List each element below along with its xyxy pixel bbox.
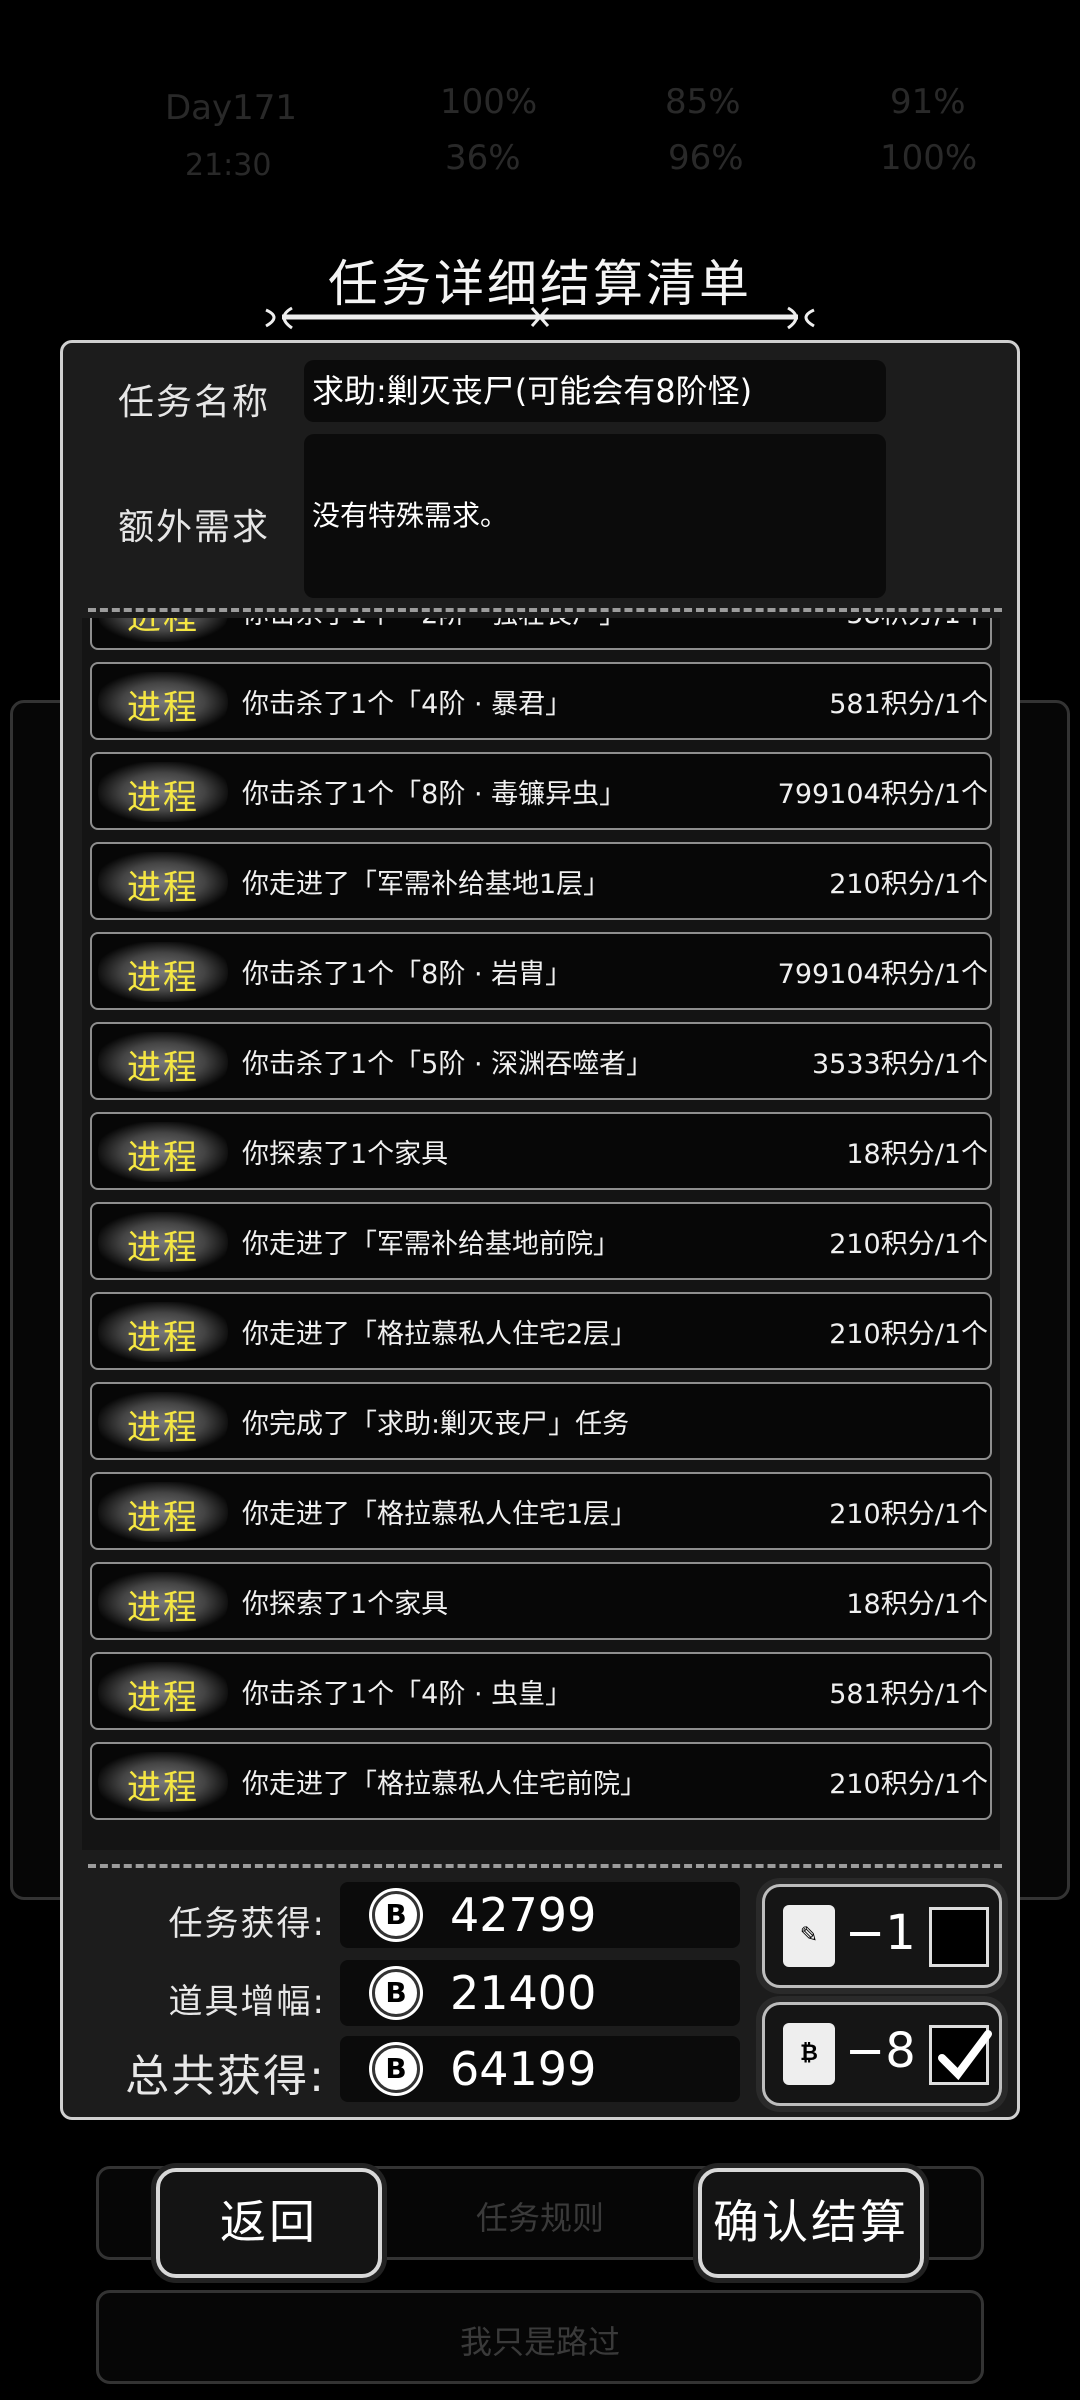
stat-5: 91%	[890, 82, 966, 122]
progress-row: 进程 你走进了「格拉慕私人住宅2层」 210积分/1个	[90, 1292, 992, 1370]
progress-tag: 进程	[98, 1392, 228, 1452]
progress-tag: 进程	[98, 1212, 228, 1272]
progress-tag: 进程	[98, 1662, 228, 1722]
progress-points: 210积分/1个	[829, 1229, 988, 1260]
progress-description: 你走进了「格拉慕私人住宅前院」	[242, 1769, 647, 1800]
progress-row: 进程 你探索了1个家具 18积分/1个	[90, 1112, 992, 1190]
extra-requirement-label: 额外需求	[118, 507, 271, 548]
divider-top	[88, 608, 1002, 612]
progress-tag: 进程	[98, 762, 228, 822]
progress-row: 进程 你完成了「求助:剿灭丧尸」任务	[90, 1382, 992, 1460]
progress-tag: 进程	[98, 1032, 228, 1092]
progress-row: 进程 你走进了「格拉慕私人住宅1层」 210积分/1个	[90, 1472, 992, 1550]
background-status-bar: Day171 21:30 100% 36% 85% 96% 91% 100%	[0, 70, 1080, 200]
stat-6: 100%	[880, 138, 978, 178]
progress-description: 你击杀了1个「4阶 · 暴君」	[242, 689, 573, 720]
scroll-option-count: −1	[845, 1905, 916, 1961]
progress-row: 进程 你走进了「军需补给基地前院」 210积分/1个	[90, 1202, 992, 1280]
progress-tag: 进程	[98, 1482, 228, 1542]
progress-description: 你走进了「军需补给基地前院」	[242, 1229, 620, 1260]
coin-card-icon: ₿	[783, 2023, 835, 2085]
progress-tag: 进程	[98, 618, 228, 642]
progress-row: 进程 你击杀了1个「4阶 · 虫皇」 581积分/1个	[90, 1652, 992, 1730]
progress-row: 进程 你探索了1个家具 18积分/1个	[90, 1562, 992, 1640]
progress-row: 进程 你击杀了1个「4阶 · 暴君」 581积分/1个	[90, 662, 992, 740]
title-ornament-icon	[265, 306, 815, 330]
checkmark-icon	[938, 2030, 992, 2081]
progress-points: 581积分/1个	[829, 689, 988, 720]
progress-row: 进程 你击杀了1个「8阶 · 毒镰异虫」 799104积分/1个	[90, 752, 992, 830]
progress-description: 你探索了1个家具	[242, 1589, 449, 1620]
progress-description: 你走进了「格拉慕私人住宅2层」	[242, 1319, 638, 1350]
progress-tag: 进程	[98, 1122, 228, 1182]
progress-row: 进程 你走进了「格拉慕私人住宅前院」 210积分/1个	[90, 1742, 992, 1820]
back-button[interactable]: 返回	[156, 2168, 382, 2278]
progress-description: 你击杀了1个「8阶 · 毒镰异虫」	[242, 779, 627, 810]
stat-2: 36%	[445, 138, 521, 178]
progress-description: 你走进了「军需补给基地1层」	[242, 869, 611, 900]
coin-card-option-checkbox[interactable]	[929, 2025, 992, 2085]
coin-icon: B	[372, 2045, 420, 2093]
coin-card-option[interactable]: ₿ −8	[762, 2002, 1002, 2106]
progress-points: 581积分/1个	[829, 1679, 988, 1710]
progress-row: 进程 你击杀了1个「2阶 · 强壮丧尸」 58积分/1个	[90, 618, 992, 650]
progress-description: 你击杀了1个「5阶 · 深渊吞噬者」	[242, 1049, 654, 1080]
total-gain-value: 64199	[450, 2042, 597, 2096]
progress-points: 799104积分/1个	[777, 779, 988, 810]
scroll-option[interactable]: ✎ −1	[762, 1884, 1002, 1988]
confirm-settlement-button[interactable]: 确认结算	[698, 2168, 924, 2278]
scroll-icon: ✎	[783, 1905, 835, 1967]
stat-1: 100%	[440, 82, 538, 122]
progress-points: 58积分/1个	[846, 618, 988, 631]
task-name-label: 任务名称	[118, 382, 271, 423]
total-gain-label: 总共获得:	[125, 2051, 326, 2102]
coin-icon: B	[372, 1891, 420, 1939]
progress-row: 进程 你击杀了1个「8阶 · 岩胄」 799104积分/1个	[90, 932, 992, 1010]
task-name-value: 求助:剿灭丧尸(可能会有8阶怪)	[304, 360, 886, 422]
progress-row: 进程 你击杀了1个「5阶 · 深渊吞噬者」 3533积分/1个	[90, 1022, 992, 1100]
stat-4: 96%	[668, 138, 744, 178]
progress-description: 你击杀了1个「8阶 · 岩胄」	[242, 959, 573, 990]
progress-list-inner: 进程你击杀了1个「2阶 · 强壮丧尸」58积分/1个进程你击杀了1个「4阶 · …	[82, 618, 1000, 1832]
progress-points: 210积分/1个	[829, 1769, 988, 1800]
coin-icon: B	[372, 1969, 420, 2017]
progress-tag: 进程	[98, 672, 228, 732]
progress-points: 210积分/1个	[829, 1319, 988, 1350]
progress-tag: 进程	[98, 1572, 228, 1632]
progress-tag: 进程	[98, 942, 228, 1002]
progress-tag: 进程	[98, 1302, 228, 1362]
progress-points: 18积分/1个	[846, 1589, 988, 1620]
progress-tag: 进程	[98, 852, 228, 912]
time-label: 21:30	[185, 148, 272, 183]
day-label: Day171	[165, 88, 298, 128]
task-gain-label: 任务获得:	[168, 1904, 326, 1944]
task-gain-value: 42799	[450, 1888, 597, 1942]
progress-description: 你探索了1个家具	[242, 1139, 449, 1170]
progress-description: 你完成了「求助:剿灭丧尸」任务	[242, 1409, 630, 1440]
progress-points: 210积分/1个	[829, 869, 988, 900]
task-gain-box: B 42799	[340, 1882, 740, 1948]
total-gain-box: B 64199	[340, 2036, 740, 2102]
pass-button[interactable]: 我只是路过	[96, 2290, 984, 2384]
progress-points: 18积分/1个	[846, 1139, 988, 1170]
progress-description: 你击杀了1个「2阶 · 强壮丧尸」	[242, 618, 626, 631]
progress-row: 进程 你走进了「军需补给基地1层」 210积分/1个	[90, 842, 992, 920]
pass-button-label: 我只是路过	[459, 2323, 620, 2361]
scroll-option-checkbox[interactable]	[929, 1907, 989, 1967]
progress-points: 210积分/1个	[829, 1499, 988, 1530]
divider-bottom	[88, 1864, 1002, 1868]
stat-3: 85%	[665, 82, 741, 122]
progress-points: 3533积分/1个	[812, 1049, 988, 1080]
progress-list[interactable]: 进程你击杀了1个「2阶 · 强壮丧尸」58积分/1个进程你击杀了1个「4阶 · …	[82, 618, 1000, 1850]
progress-points: 799104积分/1个	[777, 959, 988, 990]
extra-requirement-value: 没有特殊需求。	[304, 434, 886, 598]
progress-description: 你走进了「格拉慕私人住宅1层」	[242, 1499, 638, 1530]
progress-description: 你击杀了1个「4阶 · 虫皇」	[242, 1679, 573, 1710]
item-boost-label: 道具增幅:	[168, 1982, 326, 2022]
coin-card-option-count: −8	[845, 2023, 916, 2079]
item-boost-box: B 21400	[340, 1960, 740, 2026]
progress-tag: 进程	[98, 1752, 228, 1812]
item-boost-value: 21400	[450, 1966, 597, 2020]
